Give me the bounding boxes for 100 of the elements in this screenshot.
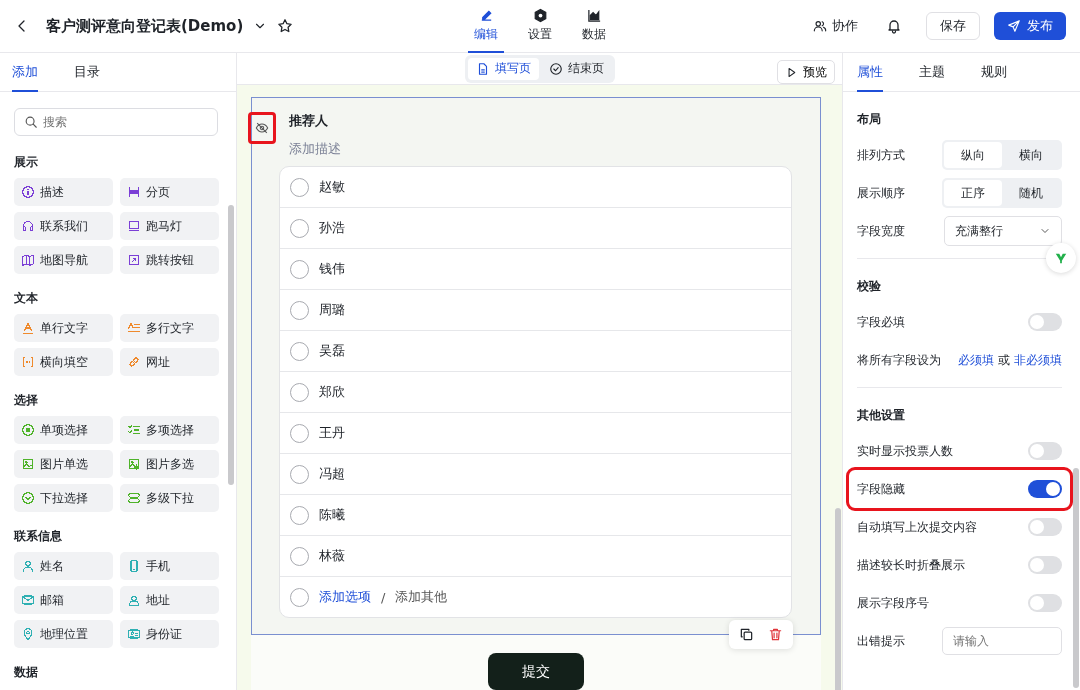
circle-icon (290, 587, 309, 607)
component-item[interactable]: 多行文字 (120, 314, 219, 342)
panel-tab[interactable]: 属性 (857, 53, 883, 92)
segment-option[interactable]: 纵向 (944, 142, 1002, 168)
setting-label: 字段宽度 (857, 222, 905, 240)
search-field[interactable]: 搜索 (14, 108, 218, 136)
panel-tab[interactable]: 规则 (981, 53, 1007, 92)
scrollbar[interactable] (228, 205, 234, 485)
save-button[interactable]: 保存 (926, 12, 980, 40)
toggle-switch[interactable] (1028, 442, 1062, 460)
scrollbar[interactable] (1073, 468, 1079, 688)
setting-label: 自动填写上次提交内容 (857, 518, 977, 536)
component-item[interactable]: 跑马灯 (120, 212, 219, 240)
copy-icon (739, 627, 754, 642)
component-item[interactable]: 描述 (14, 178, 113, 206)
option-label: 王丹 (319, 424, 345, 442)
group-title: 联系信息 (14, 528, 63, 545)
component-item[interactable]: 多项选择 (120, 416, 219, 444)
section-title: 校验 (857, 277, 882, 295)
delete-button[interactable] (768, 627, 783, 642)
submit-button[interactable]: 提交 (488, 653, 584, 690)
option-label: 陈曦 (319, 506, 345, 524)
scrollbar[interactable] (835, 508, 841, 690)
radio-button[interactable] (290, 300, 309, 320)
segment-option[interactable]: 正序 (944, 180, 1002, 206)
panel-tab[interactable]: 添加 (12, 53, 38, 92)
component-item[interactable]: 单行文字 (14, 314, 113, 342)
section-title: 其他设置 (857, 406, 906, 424)
error-hint-field[interactable]: 请输入 (942, 627, 1062, 655)
add-other-link[interactable]: 添加其他 (395, 588, 448, 606)
page-tab[interactable]: 结束页 (540, 57, 612, 80)
component-item[interactable]: 姓名 (14, 552, 113, 580)
radio-button[interactable] (290, 341, 309, 361)
component-item[interactable]: 单项选择 (14, 416, 113, 444)
group-title: 数据 (14, 664, 39, 681)
nav-tab[interactable]: 数据 (576, 0, 612, 53)
nav-tab[interactable]: 设置 (522, 0, 558, 53)
component-item[interactable]: 手机 (120, 552, 219, 580)
setting-label: 出错提示 (857, 632, 905, 650)
setting-label: 展示字段序号 (857, 594, 929, 612)
component-item[interactable]: 身份证 (120, 620, 219, 648)
radio-button[interactable] (290, 382, 309, 402)
segment-option[interactable]: 横向 (1002, 142, 1060, 168)
star-icon (277, 18, 294, 34)
toggle-switch[interactable] (1028, 556, 1062, 574)
hidden-eye-icon[interactable] (248, 112, 276, 144)
option-label: 赵敏 (319, 178, 345, 196)
component-item[interactable]: 跳转按钮 (120, 246, 219, 274)
floating-badge[interactable] (1046, 243, 1076, 273)
setting-label: 字段必填 (857, 313, 905, 331)
width-select[interactable]: 充满整行 (944, 216, 1062, 246)
component-item[interactable]: 联系我们 (14, 212, 113, 240)
component-item[interactable]: 图片多选 (120, 450, 219, 478)
component-item[interactable]: 图片单选 (14, 450, 113, 478)
component-item[interactable]: 地理位置 (14, 620, 113, 648)
trash-icon (768, 627, 783, 642)
toggle-switch[interactable] (1028, 594, 1062, 612)
play-icon (785, 65, 798, 79)
description-placeholder[interactable]: 添加描述 (289, 140, 792, 158)
toggle-switch[interactable] (1028, 480, 1062, 498)
radio-button[interactable] (290, 177, 309, 197)
option-label: 孙浩 (319, 219, 345, 237)
component-item[interactable]: 邮箱 (14, 586, 113, 614)
radio-button[interactable] (290, 464, 309, 484)
setting-label: 排列方式 (857, 146, 905, 164)
preview-button[interactable]: 预览 (777, 60, 835, 84)
panel-tab[interactable]: 目录 (74, 53, 100, 92)
segment-option[interactable]: 随机 (1002, 180, 1060, 206)
search-icon (24, 115, 38, 129)
toggle-switch[interactable] (1028, 313, 1062, 331)
component-item[interactable]: 网址 (120, 348, 219, 376)
radio-button[interactable] (290, 423, 309, 443)
component-item[interactable]: 多级下拉 (120, 484, 219, 512)
nav-tab[interactable]: 编辑 (468, 0, 504, 53)
option-label: 郑欣 (319, 383, 345, 401)
component-item[interactable]: 地址 (120, 586, 219, 614)
component-item[interactable]: 地图导航 (14, 246, 113, 274)
copy-button[interactable] (739, 627, 754, 642)
component-item[interactable]: 横向填空 (14, 348, 113, 376)
group-title: 文本 (14, 290, 39, 307)
publish-button[interactable]: 发布 (994, 12, 1066, 40)
radio-button[interactable] (290, 218, 309, 238)
component-item[interactable]: 分页 (120, 178, 219, 206)
collaborate-button[interactable]: 协作 (809, 13, 862, 39)
page-tab[interactable]: 填写页 (467, 57, 539, 80)
radio-button[interactable] (290, 259, 309, 279)
toggle-switch[interactable] (1028, 518, 1062, 536)
panel-tab[interactable]: 主题 (919, 53, 945, 92)
option-label: 钱伟 (319, 260, 345, 278)
required-link[interactable]: 必须填 (958, 351, 994, 369)
optional-link[interactable]: 非必须填 (1014, 351, 1062, 369)
component-item[interactable]: 下拉选择 (14, 484, 113, 512)
y-logo-icon (1054, 251, 1068, 265)
section-title: 布局 (857, 110, 882, 128)
setting-label: 将所有字段设为 (857, 351, 941, 369)
setting-label: 字段隐藏 (857, 480, 905, 498)
add-option-link[interactable]: 添加选项 (319, 588, 371, 606)
radio-button[interactable] (290, 505, 309, 525)
setting-label: 实时显示投票人数 (857, 442, 953, 460)
radio-button[interactable] (290, 546, 309, 566)
